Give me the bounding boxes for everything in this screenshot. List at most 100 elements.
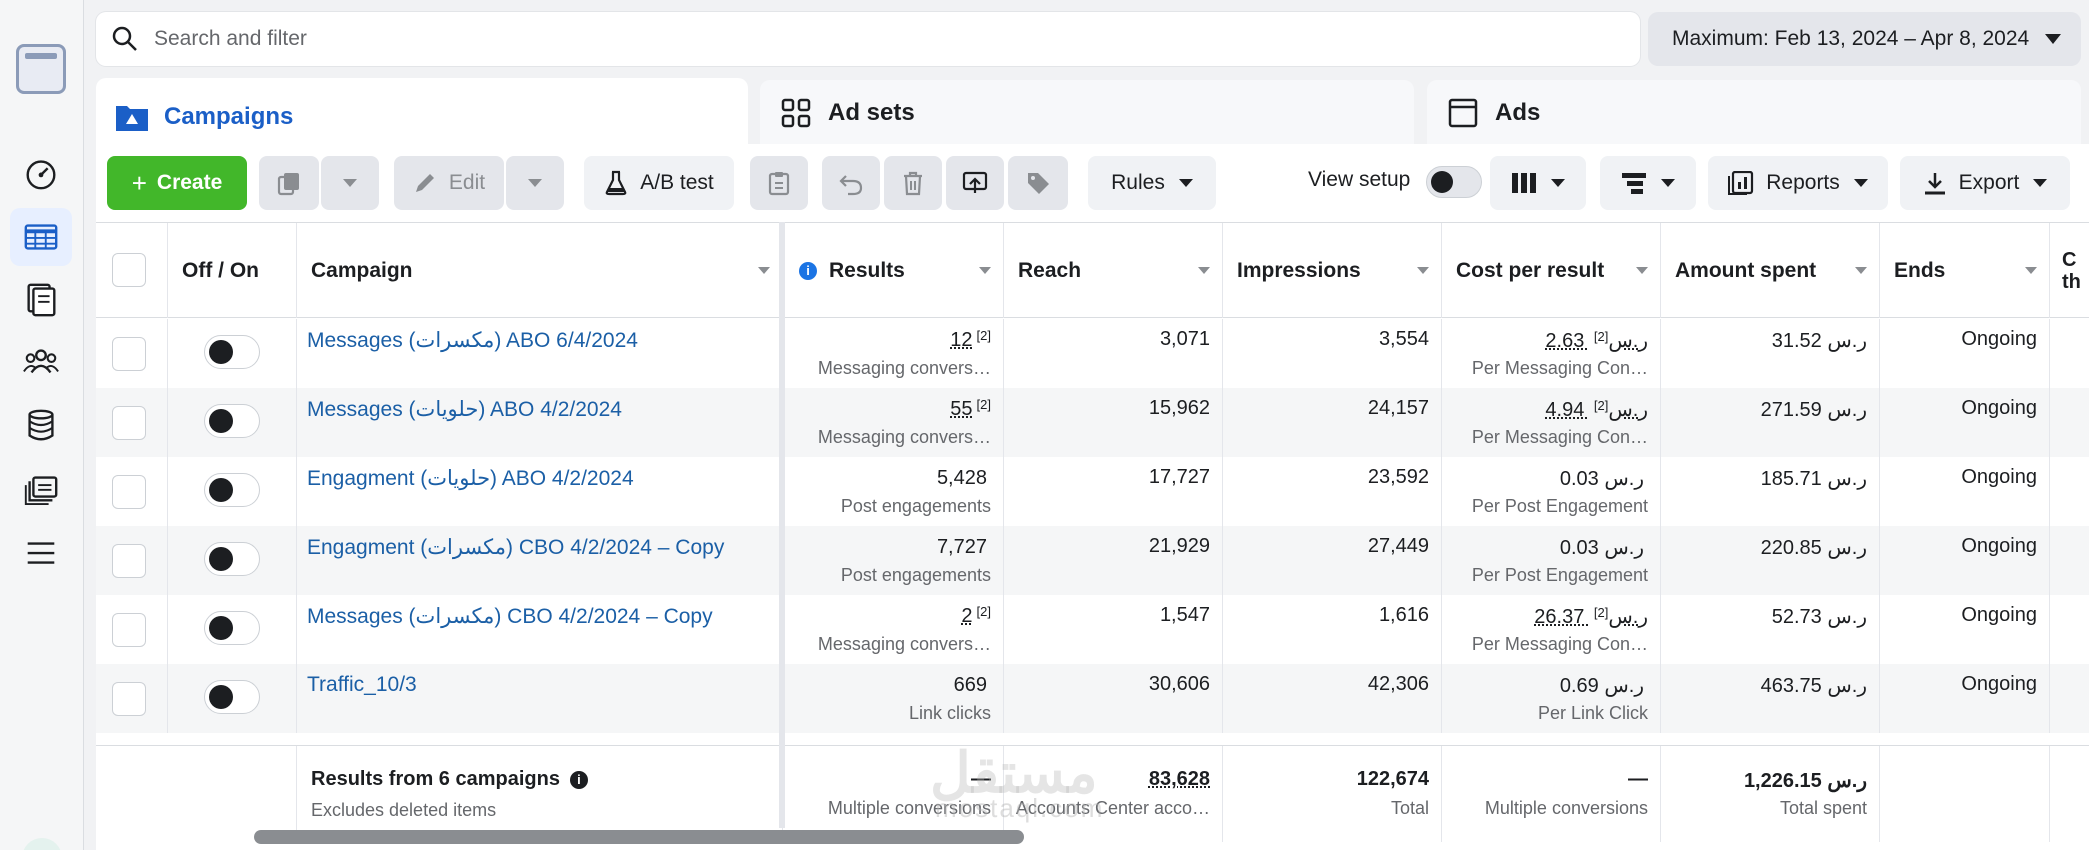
- impressions-value: 3,554: [1378, 328, 1429, 350]
- table-row[interactable]: Messages (مكسرات) ABO 6/4/2024 12 [2] Messa…: [96, 319, 2089, 388]
- tag-button[interactable]: [1008, 156, 1068, 210]
- export-button[interactable]: Export: [1900, 156, 2070, 210]
- campaign-name-link[interactable]: Messages (مكسرات) ABO 6/4/2024: [307, 328, 638, 353]
- table-row[interactable]: Messages (مكسرات) CBO 4/2/2024 – Copy 2 [2…: [96, 595, 2089, 664]
- rules-button[interactable]: Rules: [1088, 156, 1216, 210]
- column-header-reach[interactable]: Reach: [1004, 223, 1223, 318]
- reports-document-icon[interactable]: [10, 270, 72, 328]
- row-checkbox[interactable]: [112, 613, 146, 647]
- ends-value: Ongoing: [1961, 535, 2037, 557]
- info-icon[interactable]: i: [569, 770, 588, 789]
- delete-button[interactable]: [884, 156, 942, 210]
- media-library-icon[interactable]: [10, 458, 72, 516]
- column-label: Cost per result: [1456, 258, 1605, 282]
- cost-per-result-cell: 0.69 ر.س Per Link Click: [1442, 664, 1661, 733]
- row-toggle-cell: [168, 526, 297, 595]
- column-header-ends[interactable]: Ends: [1880, 223, 2050, 318]
- totals-reach[interactable]: 83,628: [1149, 768, 1210, 791]
- campaign-name-link[interactable]: Messages (حلويات) ABO 4/2/2024: [307, 397, 622, 422]
- menu-hamburger-icon[interactable]: [10, 524, 72, 582]
- duplicate-button[interactable]: [259, 156, 319, 210]
- column-header-truncated[interactable]: C th: [2050, 223, 2089, 318]
- campaign-on-off-toggle[interactable]: [204, 473, 260, 507]
- cost-per-result-value: 0.03 ر.س: [1559, 537, 1644, 559]
- reach-cell: 15,962: [1004, 388, 1223, 457]
- reach-cell: 30,606: [1004, 664, 1223, 733]
- totals-spent-sub: Total spent: [1779, 798, 1867, 818]
- column-header-campaign[interactable]: Campaign: [297, 223, 783, 318]
- view-setup-toggle[interactable]: [1426, 166, 1482, 198]
- breakdown-button[interactable]: [1600, 156, 1696, 210]
- tab-ads[interactable]: Ads: [1427, 80, 2081, 146]
- audiences-people-icon[interactable]: [10, 332, 72, 390]
- column-header-amount-spent[interactable]: Amount spent: [1661, 223, 1880, 318]
- cost-per-result-value[interactable]: 26.37 ر.س: [1534, 606, 1648, 628]
- edit-dropdown-button[interactable]: [506, 156, 564, 210]
- date-range-label: Maximum: Feb 13, 2024 – Apr 8, 2024: [1672, 27, 2030, 50]
- row-checkbox[interactable]: [112, 682, 146, 716]
- select-all-checkbox[interactable]: [112, 253, 146, 287]
- column-label: Off / On: [182, 258, 259, 282]
- billing-coins-icon[interactable]: [10, 396, 72, 454]
- results-value[interactable]: 2: [961, 605, 972, 627]
- column-header-results[interactable]: i Results: [785, 223, 1004, 318]
- campaign-name-link[interactable]: Engagment (حلويات) ABO 4/2/2024: [307, 466, 634, 491]
- campaign-on-off-toggle[interactable]: [204, 611, 260, 645]
- meta-business-logo-icon[interactable]: [16, 44, 66, 94]
- dashboard-gauge-icon[interactable]: [10, 144, 72, 202]
- table-row[interactable]: Engagment (مكسرات) CBO 4/2/2024 – Copy 7,…: [96, 526, 2089, 595]
- truncated-cell: [2050, 526, 2089, 595]
- campaign-on-off-toggle[interactable]: [204, 404, 260, 438]
- duplicate-dropdown-button[interactable]: [321, 156, 379, 210]
- cost-per-result-cell: 2.63 ر.س[2] Per Messaging Con…: [1442, 319, 1661, 388]
- ads-manager-table-icon[interactable]: [10, 208, 72, 266]
- export-label: Export: [1958, 171, 2020, 194]
- cost-per-result-type: Per Post Engagement: [1471, 565, 1648, 585]
- campaign-name-link[interactable]: Messages (مكسرات) CBO 4/2/2024 – Copy: [307, 604, 713, 629]
- tab-ad-sets[interactable]: Ad sets: [760, 80, 1414, 146]
- column-header-off-on[interactable]: Off / On: [168, 223, 297, 318]
- campaign-name-link[interactable]: Traffic_10/3: [307, 673, 417, 697]
- totals-label-cell: Results from 6 campaigns i Excludes dele…: [297, 746, 783, 842]
- reports-button[interactable]: Reports: [1708, 156, 1888, 210]
- frozen-column-divider[interactable]: [779, 222, 785, 828]
- results-value[interactable]: 12: [950, 329, 972, 351]
- results-type: Post engagements: [840, 565, 991, 585]
- columns-button[interactable]: [1490, 156, 1586, 210]
- table-row[interactable]: Traffic_10/3 669 Link clicks 30,606 42,306 0.…: [96, 664, 2089, 733]
- help-bubble-icon[interactable]: [22, 838, 62, 850]
- results-type: Post engagements: [840, 496, 991, 516]
- date-range-picker[interactable]: Maximum: Feb 13, 2024 – Apr 8, 2024: [1648, 12, 2081, 66]
- campaign-on-off-toggle[interactable]: [204, 542, 260, 576]
- truncated-cell: [2050, 595, 2089, 664]
- row-toggle-cell: [168, 595, 297, 664]
- edit-button[interactable]: Edit: [394, 156, 504, 210]
- clipboard-button[interactable]: [750, 156, 808, 210]
- create-button[interactable]: + Create: [107, 156, 247, 210]
- table-row[interactable]: Messages (حلويات) ABO 4/2/2024 55 [2] Messa…: [96, 388, 2089, 457]
- campaign-name-link[interactable]: Engagment (مكسرات) CBO 4/2/2024 – Copy: [307, 535, 724, 560]
- preview-button[interactable]: [946, 156, 1004, 210]
- row-checkbox[interactable]: [112, 475, 146, 509]
- table-row[interactable]: Engagment (حلويات) ABO 4/2/2024 5,428 Post…: [96, 457, 2089, 526]
- ends-cell: Ongoing: [1880, 457, 2050, 526]
- horizontal-scrollbar[interactable]: [254, 830, 1024, 844]
- column-header-cost-per-result[interactable]: Cost per result: [1442, 223, 1661, 318]
- campaign-on-off-toggle[interactable]: [204, 335, 260, 369]
- ab-test-button[interactable]: A/B test: [584, 156, 734, 210]
- breakdown-icon: [1622, 173, 1646, 194]
- undo-button[interactable]: [822, 156, 880, 210]
- row-select-cell: [96, 664, 168, 733]
- row-checkbox[interactable]: [112, 544, 146, 578]
- column-header-impressions[interactable]: Impressions: [1223, 223, 1442, 318]
- results-footnote: [2]: [976, 328, 991, 343]
- reach-cell: 21,929: [1004, 526, 1223, 595]
- row-checkbox[interactable]: [112, 406, 146, 440]
- totals-ends-cell: [1880, 746, 2050, 842]
- campaign-on-off-toggle[interactable]: [204, 680, 260, 714]
- sort-caret-icon: [1636, 267, 1648, 274]
- results-value[interactable]: 55: [950, 398, 972, 420]
- search-input[interactable]: [154, 27, 1554, 51]
- row-checkbox[interactable]: [112, 337, 146, 371]
- ends-cell: Ongoing: [1880, 595, 2050, 664]
